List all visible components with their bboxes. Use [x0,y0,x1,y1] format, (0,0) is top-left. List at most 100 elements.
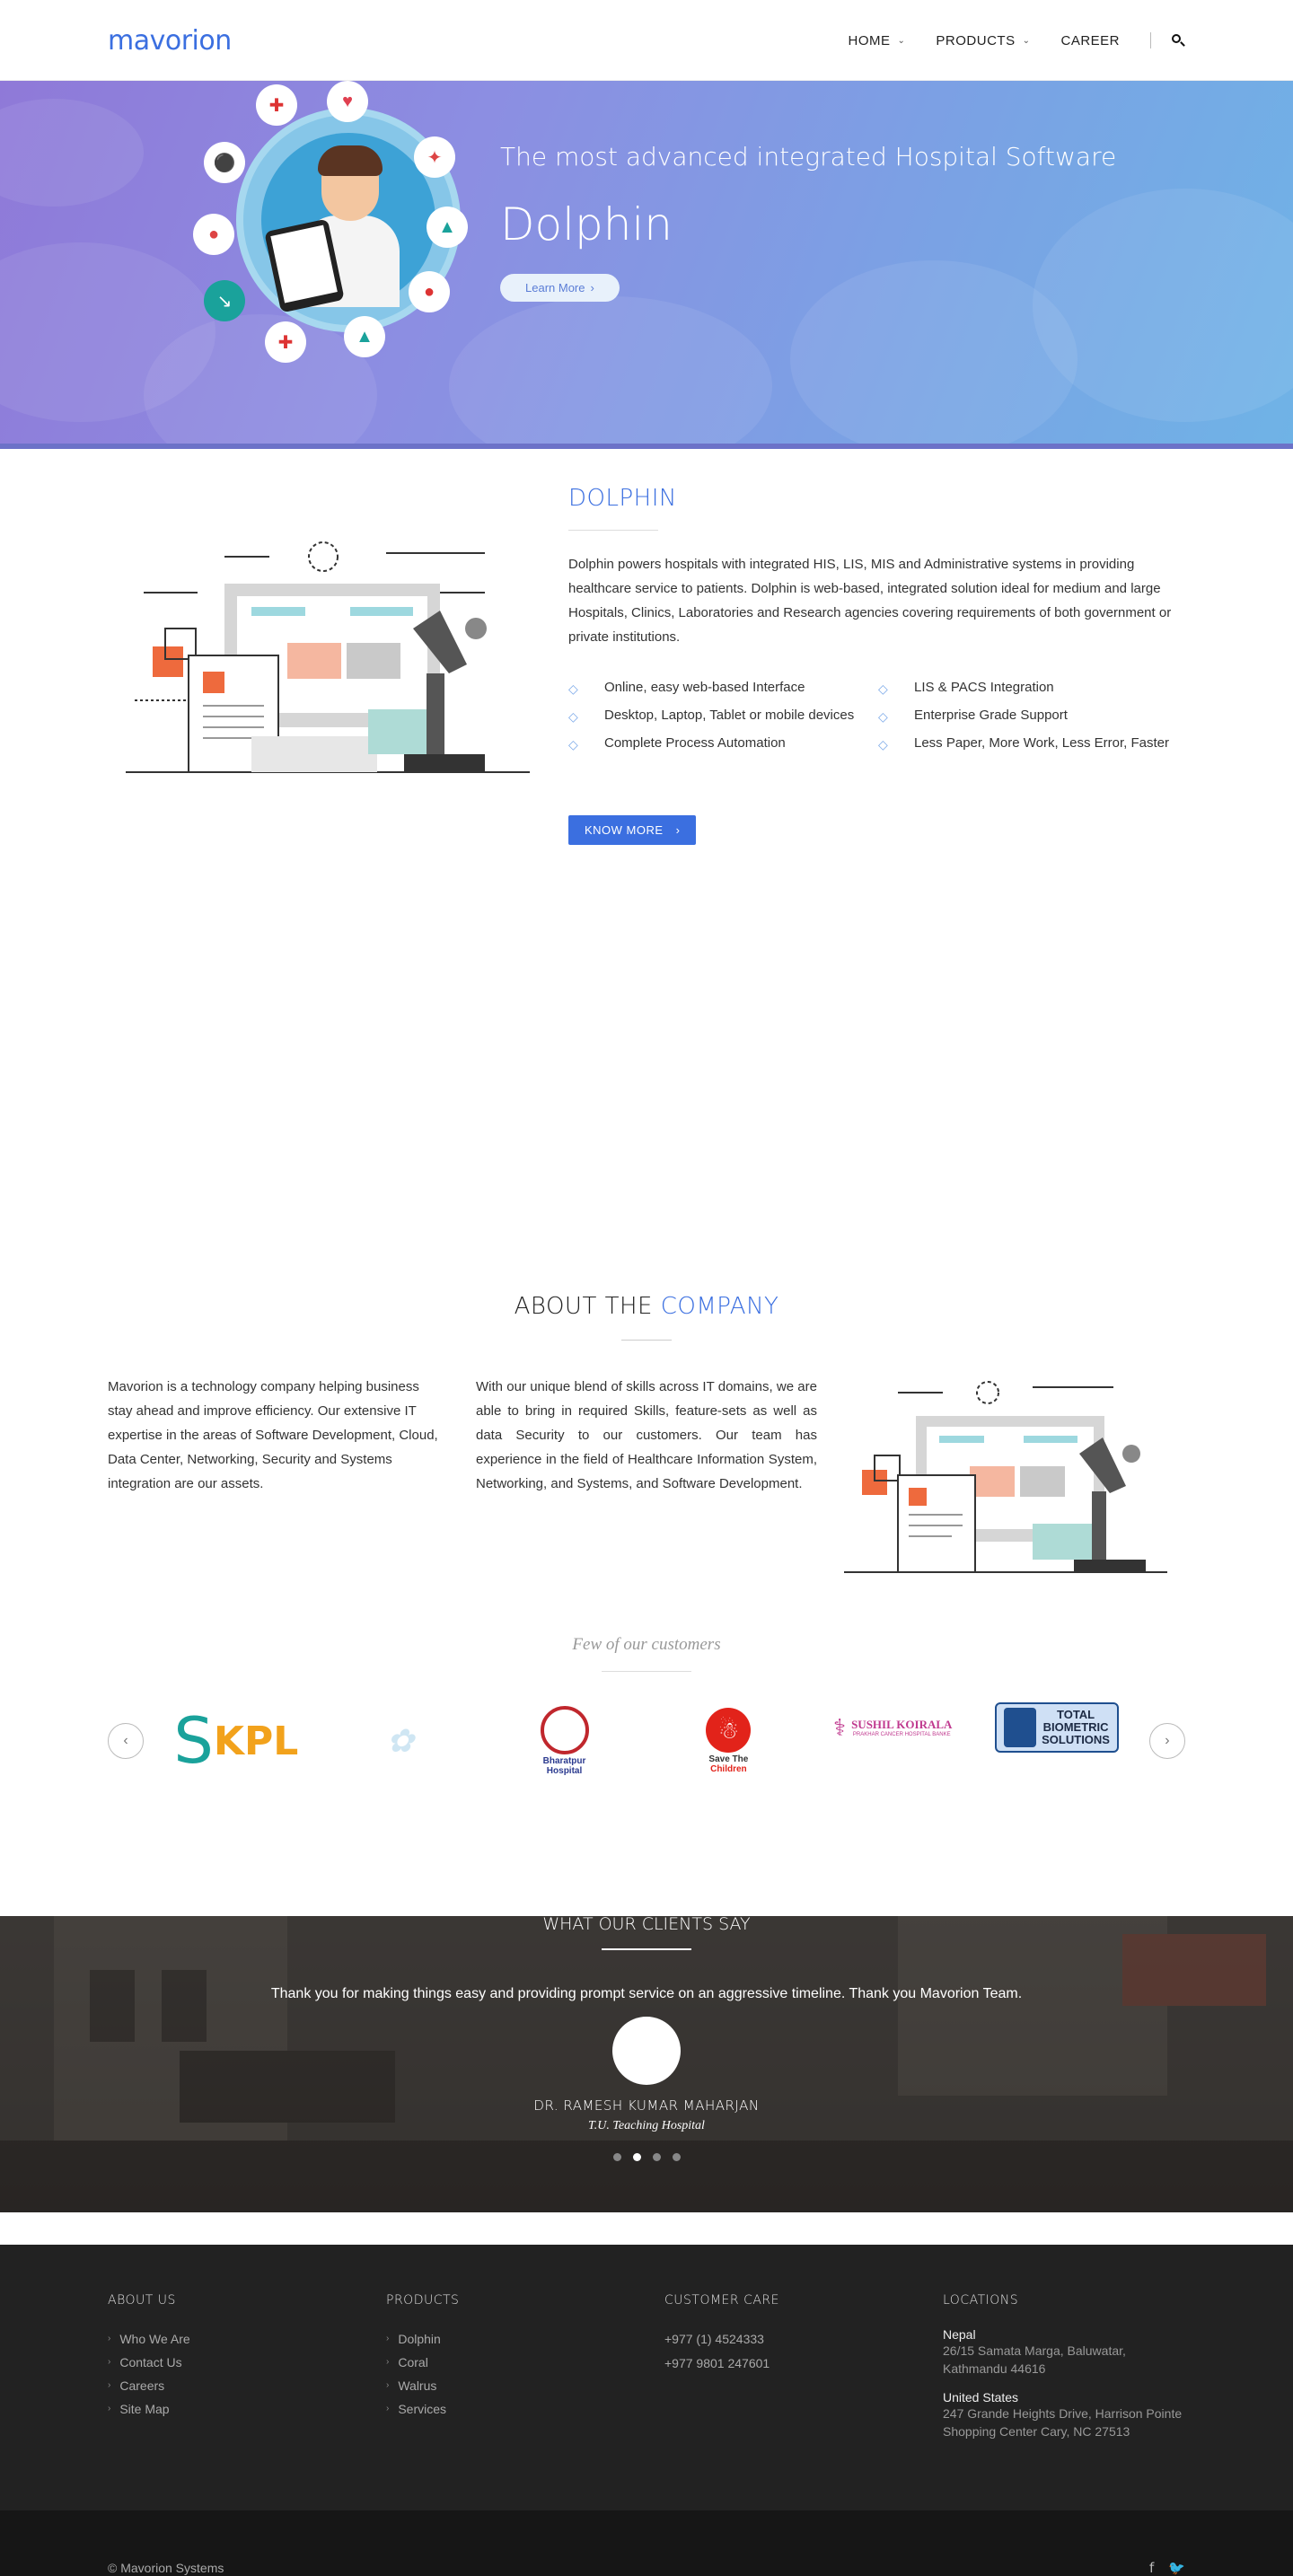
chevron-right-icon: › [1165,1733,1170,1748]
testimonial-quote: Thank you for making things easy and pro… [270,1986,1023,2001]
footer-heading: LOCATIONS [943,2293,1019,2308]
diamond-icon: ◇ [878,737,888,752]
know-more-button[interactable]: KNOW MORE › [568,815,697,845]
location-address: Kathmandu 44616 [943,2361,1046,2376]
carousel-dot-active[interactable] [632,2153,641,2161]
phone-number[interactable]: +977 (1) 4524333 [664,2327,943,2352]
footer-link-site-map[interactable]: › Site Map [108,2397,386,2421]
location-address: Shopping Center Cary, NC 27513 [943,2424,1130,2439]
chevron-right-icon: › [386,2357,390,2367]
link-label: Who We Are [119,2332,190,2346]
site-logo[interactable]: mavorion [108,25,232,57]
carousel-dot[interactable] [672,2153,681,2161]
nav-home[interactable]: HOME ⌄ [849,33,906,48]
heart-icon: ♥ [327,81,368,122]
testimonial-organization: T.U. Teaching Hospital [588,2119,705,2132]
footer-link-careers[interactable]: › Careers [108,2374,386,2397]
footer-heading: PRODUCTS [386,2293,460,2308]
medicine-icon: ⚫ [204,142,245,183]
diamond-icon: ◇ [878,681,888,696]
dolphin-illustration [126,541,530,773]
title-divider [621,1340,672,1341]
footer-link-coral[interactable]: › Coral [386,2351,664,2374]
feature-item: ◇ Enterprise Grade Support [878,704,1188,728]
link-label: Coral [398,2355,428,2369]
feature-item: ◇ Less Paper, More Work, Less Error, Fast… [878,732,1188,756]
know-more-label: KNOW MORE [585,823,664,837]
nurse-icon: ● [409,271,450,312]
testimonials-section: WHAT OUR CLIENTS SAY Thank you for makin… [0,1916,1293,2212]
chevron-right-icon: › [675,823,681,837]
link-label: Walrus [398,2378,437,2393]
ambulance-icon: ✚ [256,84,297,126]
feature-text: Less Paper, More Work, Less Error, Faste… [914,735,1169,751]
bharatpur-label-a: Bharatpur [542,1756,586,1766]
thermometer-icon: ↘ [204,280,245,321]
feature-text: Online, easy web-based Interface [604,680,805,695]
customer-logo-kpl: S KPL [173,1704,299,1778]
hero-banner: ♥ ✚ ⚫ ● ↘ ✚ ▲ ● ▲ ✦ The most advanced in… [0,81,1293,449]
chevron-right-icon: › [590,281,594,295]
feature-item: ◇ Complete Process Automation [568,732,878,756]
chevron-right-icon: › [108,2404,111,2413]
feature-text: Enterprise Grade Support [914,708,1068,723]
customer-logo-bharatpur: Bharatpur Hospital [493,1692,637,1790]
carousel-dot[interactable] [652,2153,661,2161]
avatar [612,2017,681,2085]
customers-title: Few of our customers [572,1635,721,1654]
footer-heading: ABOUT US [108,2293,176,2308]
footer-link-who-we-are[interactable]: › Who We Are [108,2327,386,2351]
nav-divider [1150,32,1151,48]
footer-link-dolphin[interactable]: › Dolphin [386,2327,664,2351]
hero-subtitle: The most advanced integrated Hospital So… [500,142,1117,171]
facebook-icon[interactable]: f [1149,2560,1154,2576]
search-icon[interactable] [1171,33,1185,48]
chevron-right-icon: › [108,2357,111,2367]
carousel-next-button[interactable]: › [1148,1723,1185,1759]
tbs-label-a: TOTAL [1057,1708,1095,1721]
nav-products[interactable]: PRODUCTS ⌄ [936,33,1030,48]
feature-item: ◇ LIS & PACS Integration [878,676,1188,700]
chevron-down-icon: ⌄ [1022,35,1031,46]
about-title: ABOUT THE COMPANY [108,1293,1185,1320]
phone-number[interactable]: +977 9801 247601 [664,2352,943,2376]
diamond-icon: ◇ [878,709,888,724]
customer-logo-save-the-children: ☃ Save The Children [656,1692,800,1790]
about-paragraph-2: With our unique blend of skills across I… [476,1379,817,1491]
syringe-icon: ✦ [414,136,455,178]
dolphin-description: Dolphin powers hospitals with integrated… [568,557,1172,645]
tbs-label-c: SOLUTIONS [1042,1733,1110,1746]
learn-more-button[interactable]: Learn More › [500,274,620,302]
site-footer: ABOUT US › Who We Are › Contact Us › Career… [0,2245,1293,2576]
site-header: mavorion HOME ⌄ PRODUCTS ⌄ CAREER [0,0,1293,81]
testimonials-title: WHAT OUR CLIENTS SAY [542,1916,751,1934]
footer-link-services[interactable]: › Services [386,2397,664,2421]
bharatpur-label-b: Hospital [546,1766,583,1776]
footer-link-contact-us[interactable]: › Contact Us [108,2351,386,2374]
customers-divider [602,1671,691,1672]
carousel-dots [0,2153,1293,2161]
patient-icon: ▲ [344,316,385,357]
nav-career[interactable]: CAREER [1060,33,1120,48]
tbs-label-b: BIOMETRIC [1042,1720,1109,1734]
feature-text: Complete Process Automation [604,735,786,751]
diamond-icon: ◇ [568,737,578,752]
link-label: Site Map [119,2402,170,2416]
link-label: Services [398,2402,447,2416]
social-links: f 🐦 [1149,2560,1185,2576]
footer-link-walrus[interactable]: › Walrus [386,2374,664,2397]
customer-logo-sushil-koirala: ⚕ SUSHIL KOIRALA PRAKHAR CANCER HOSPITAL… [833,1713,953,1741]
about-title-b: COMPANY [660,1293,779,1320]
about-illustration [844,1381,1167,1573]
dolphin-content: DOLPHIN Dolphin powers hospitals with in… [568,485,1188,845]
hero-doctor-illustration: ♥ ✚ ⚫ ● ↘ ✚ ▲ ● ▲ ✦ [193,81,470,377]
testimonials-divider [602,1948,691,1950]
carousel-prev-button[interactable]: ‹ [108,1723,144,1759]
copyright: © Mavorion Systems [108,2560,224,2575]
carousel-dot[interactable] [612,2153,621,2161]
feature-text: LIS & PACS Integration [914,680,1054,695]
feature-text: Desktop, Laptop, Tablet or mobile device… [604,708,855,723]
diamond-icon: ◇ [568,681,578,696]
save-label-a: Save The [708,1754,749,1764]
twitter-icon[interactable]: 🐦 [1168,2560,1185,2576]
